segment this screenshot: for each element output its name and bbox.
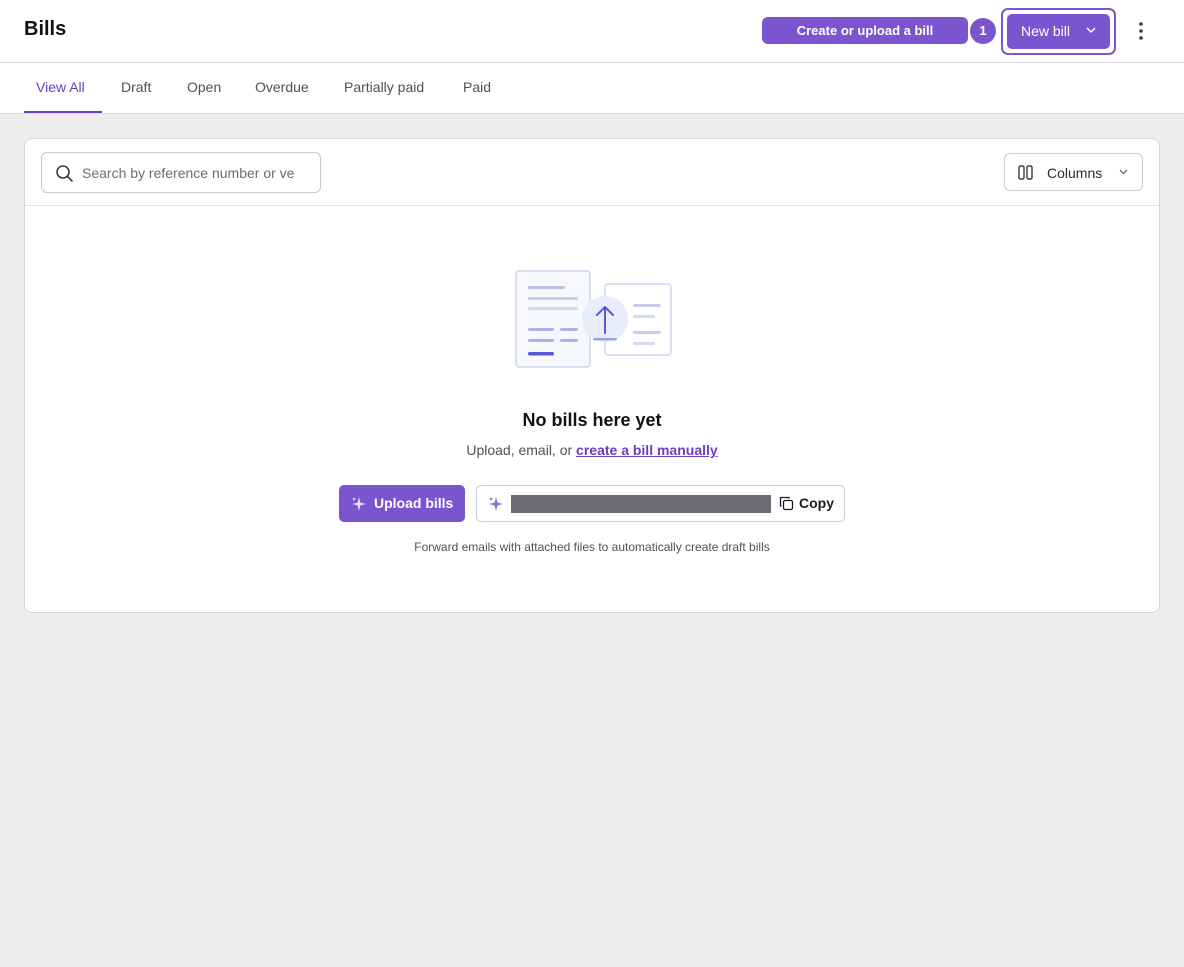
empty-bills-illustration (515, 270, 672, 368)
empty-state-subtitle: Upload, email, or create a bill manually (25, 442, 1159, 458)
chevron-down-icon (1119, 169, 1128, 175)
new-bill-label: New bill (1021, 23, 1071, 39)
card-toolbar: Columns (25, 139, 1159, 206)
status-tabs: View All Draft Open Overdue Partially pa… (0, 63, 1184, 114)
upload-bills-label: Upload bills (374, 495, 454, 511)
copy-label: Copy (799, 495, 834, 511)
tab-view-all[interactable]: View All (36, 79, 85, 95)
create-bill-manually-link[interactable]: create a bill manually (576, 442, 718, 458)
empty-state-subtitle-prefix: Upload, email, or (466, 442, 577, 458)
new-bill-focus-ring: New bill (1001, 8, 1116, 55)
copy-icon (779, 496, 794, 511)
page-header: Bills Create or upload a bill 1 New bill (0, 0, 1184, 63)
tab-paid[interactable]: Paid (463, 79, 491, 95)
more-vertical-icon[interactable] (1130, 20, 1152, 42)
active-tab-indicator (24, 111, 102, 113)
tab-overdue[interactable]: Overdue (255, 79, 309, 95)
forward-email-note: Forward emails with attached files to au… (414, 540, 770, 554)
empty-state-title: No bills here yet (522, 410, 662, 430)
sparkle-icon (489, 497, 503, 511)
search-icon (56, 165, 73, 182)
upload-bills-button[interactable]: Upload bills (339, 485, 465, 522)
search-box[interactable] (41, 152, 321, 193)
step-badge: 1 (970, 18, 996, 44)
sparkle-icon (352, 497, 366, 511)
chevron-down-icon (1086, 27, 1096, 34)
bills-card: Columns No bills here yet Upload, email,… (24, 138, 1160, 613)
columns-label: Columns (1047, 165, 1103, 181)
tab-open[interactable]: Open (187, 79, 221, 95)
create-or-upload-bill-button[interactable]: Create or upload a bill (762, 17, 968, 44)
page-title: Bills (24, 18, 67, 40)
search-input[interactable] (82, 154, 312, 191)
columns-icon (1018, 165, 1033, 180)
new-bill-button[interactable]: New bill (1007, 14, 1110, 49)
forwarding-email-field: Copy (476, 485, 845, 522)
columns-button[interactable]: Columns (1004, 153, 1143, 191)
redacted-email-address (511, 495, 771, 513)
tab-draft[interactable]: Draft (121, 79, 151, 95)
tab-partially-paid[interactable]: Partially paid (344, 79, 424, 95)
